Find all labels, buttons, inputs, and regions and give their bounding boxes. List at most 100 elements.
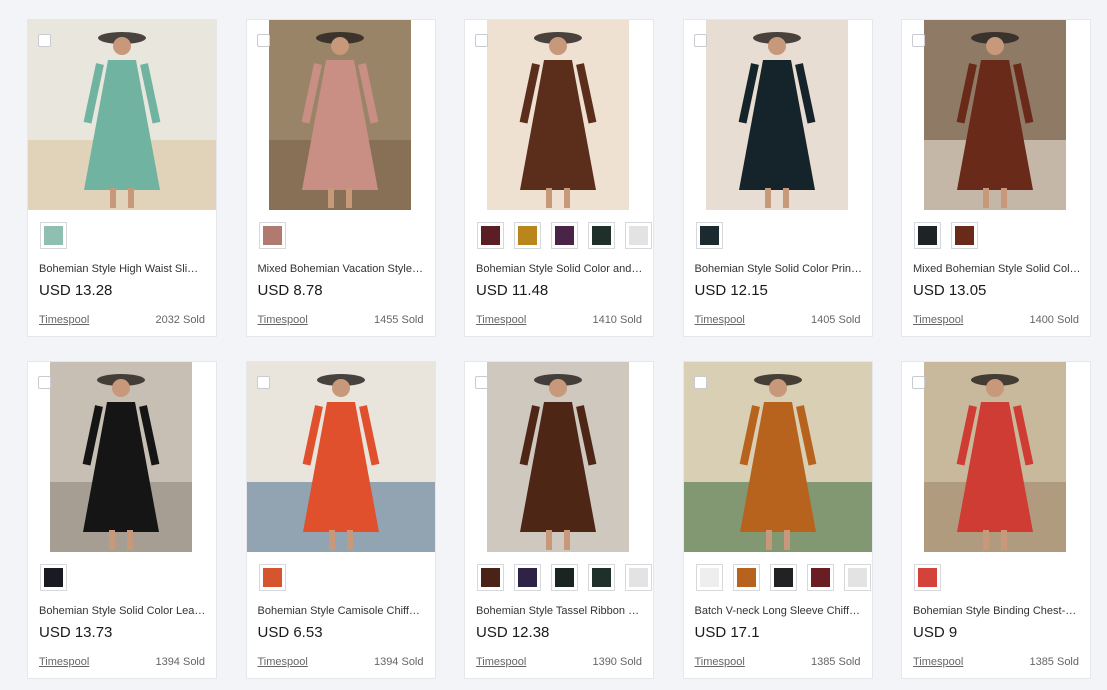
- color-swatch[interactable]: [258, 564, 286, 591]
- product-image[interactable]: [683, 362, 872, 552]
- product-image[interactable]: [705, 20, 848, 210]
- seller-link[interactable]: Timespool: [476, 656, 526, 668]
- color-swatch[interactable]: [695, 564, 723, 591]
- product-title[interactable]: Bohemian Style Solid Color Print Dress: [695, 263, 863, 275]
- product-price: USD 8.78: [257, 282, 323, 299]
- seller-link[interactable]: Timespool: [39, 314, 89, 326]
- color-swatch[interactable]: [843, 564, 871, 591]
- color-swatch[interactable]: [914, 564, 941, 591]
- color-swatch[interactable]: [588, 564, 615, 591]
- seller-link[interactable]: Timespool: [258, 656, 308, 668]
- product-price: USD 17.1: [694, 624, 760, 641]
- color-swatch[interactable]: [551, 564, 578, 591]
- product-card[interactable]: Bohemian Style Solid Color Print Dress US…: [682, 19, 873, 337]
- sold-count: 1390 Sold: [592, 656, 642, 668]
- swatch-color: [592, 226, 611, 245]
- product-image[interactable]: [487, 20, 629, 210]
- product-image-frame: [465, 362, 653, 552]
- product-image[interactable]: [268, 20, 411, 210]
- swatch-color: [847, 568, 867, 587]
- color-swatch[interactable]: [806, 564, 834, 591]
- select-checkbox[interactable]: [912, 34, 925, 47]
- swatch-color: [481, 568, 500, 587]
- product-grid: Bohemian Style High Waist Slim Floral Pr…: [27, 19, 1091, 679]
- product-title[interactable]: Bohemian Style Camisole Chiffon Top: [258, 605, 426, 617]
- product-image[interactable]: [924, 20, 1066, 210]
- swatch-color: [592, 568, 611, 587]
- color-swatch[interactable]: [625, 564, 652, 591]
- product-title[interactable]: Bohemian Style High Waist Slim Floral Pr…: [39, 263, 207, 275]
- product-image[interactable]: [487, 362, 629, 552]
- seller-link[interactable]: Timespool: [695, 656, 745, 668]
- seller-link[interactable]: Timespool: [913, 656, 963, 668]
- color-swatch[interactable]: [951, 222, 978, 249]
- product-price: USD 13.28: [39, 282, 113, 299]
- product-title[interactable]: Mixed Bohemian Vacation Style Dress: [258, 263, 426, 275]
- select-checkbox[interactable]: [38, 34, 51, 47]
- product-card[interactable]: Bohemian Style Binding Chest-wrapped Dre…: [901, 361, 1091, 679]
- swatch-color: [629, 568, 648, 587]
- product-card[interactable]: Batch V-neck Long Sleeve Chiffon Dress US…: [682, 361, 873, 679]
- product-card[interactable]: Bohemian Style Camisole Chiffon Top USD 6…: [245, 361, 436, 679]
- swatch-color: [955, 226, 974, 245]
- seller-link[interactable]: Timespool: [695, 314, 745, 326]
- color-swatch[interactable]: [914, 222, 941, 249]
- color-swatches: [914, 222, 978, 249]
- product-card[interactable]: Mixed Bohemian Style Solid Color Jacket U…: [901, 19, 1091, 337]
- select-checkbox[interactable]: [256, 376, 270, 389]
- color-swatches: [477, 564, 652, 591]
- seller-link[interactable]: Timespool: [258, 314, 308, 326]
- product-card[interactable]: Bohemian Style High Waist Slim Floral Pr…: [27, 19, 217, 337]
- select-checkbox[interactable]: [475, 376, 488, 389]
- sold-count: 1394 Sold: [373, 656, 424, 668]
- product-image-frame: [28, 362, 216, 552]
- select-checkbox[interactable]: [256, 34, 270, 47]
- color-swatches: [914, 564, 941, 591]
- product-title[interactable]: Mixed Bohemian Style Solid Color Jacket: [913, 263, 1081, 275]
- color-swatch[interactable]: [625, 222, 652, 249]
- color-swatch[interactable]: [769, 564, 797, 591]
- seller-link[interactable]: Timespool: [913, 314, 963, 326]
- color-swatch[interactable]: [551, 222, 578, 249]
- swatch-color: [518, 226, 537, 245]
- product-card[interactable]: Mixed Bohemian Vacation Style Dress USD 8…: [245, 19, 436, 337]
- swatch-color: [918, 568, 937, 587]
- sold-count: 1405 Sold: [810, 314, 861, 326]
- select-checkbox[interactable]: [912, 376, 925, 389]
- color-swatch[interactable]: [477, 222, 504, 249]
- product-title[interactable]: Bohemian Style Solid Color Lean Dress: [39, 605, 207, 617]
- select-checkbox[interactable]: [38, 376, 51, 389]
- product-image[interactable]: [28, 20, 216, 210]
- color-swatch[interactable]: [514, 222, 541, 249]
- product-title[interactable]: Bohemian Style Solid Color and Velvet Dr…: [476, 263, 644, 275]
- select-checkbox[interactable]: [475, 34, 488, 47]
- color-swatch[interactable]: [258, 222, 286, 249]
- product-image-frame: [902, 20, 1090, 210]
- product-title[interactable]: Batch V-neck Long Sleeve Chiffon Dress: [695, 605, 863, 617]
- select-checkbox[interactable]: [693, 34, 707, 47]
- product-title[interactable]: Bohemian Style Binding Chest-wrapped Dre…: [913, 605, 1081, 617]
- product-image[interactable]: [50, 362, 192, 552]
- color-swatch[interactable]: [477, 564, 504, 591]
- color-swatch[interactable]: [588, 222, 615, 249]
- color-swatches: [40, 222, 67, 249]
- color-swatch[interactable]: [514, 564, 541, 591]
- product-image[interactable]: [924, 362, 1066, 552]
- product-image-frame: [683, 362, 872, 552]
- product-image[interactable]: [246, 362, 435, 552]
- product-title[interactable]: Bohemian Style Tassel Ribbon Embroidered…: [476, 605, 644, 617]
- product-price: USD 13.73: [39, 624, 113, 641]
- product-card[interactable]: Bohemian Style Tassel Ribbon Embroidered…: [464, 361, 654, 679]
- color-swatch[interactable]: [732, 564, 760, 591]
- product-card[interactable]: Bohemian Style Solid Color and Velvet Dr…: [464, 19, 654, 337]
- color-swatches: [695, 564, 871, 591]
- color-swatch[interactable]: [40, 564, 67, 591]
- swatch-color: [555, 568, 574, 587]
- color-swatch[interactable]: [40, 222, 67, 249]
- seller-link[interactable]: Timespool: [476, 314, 526, 326]
- select-checkbox[interactable]: [693, 376, 707, 389]
- seller-link[interactable]: Timespool: [39, 656, 89, 668]
- product-card[interactable]: Bohemian Style Solid Color Lean Dress USD…: [27, 361, 217, 679]
- color-swatches: [695, 222, 723, 249]
- color-swatch[interactable]: [695, 222, 723, 249]
